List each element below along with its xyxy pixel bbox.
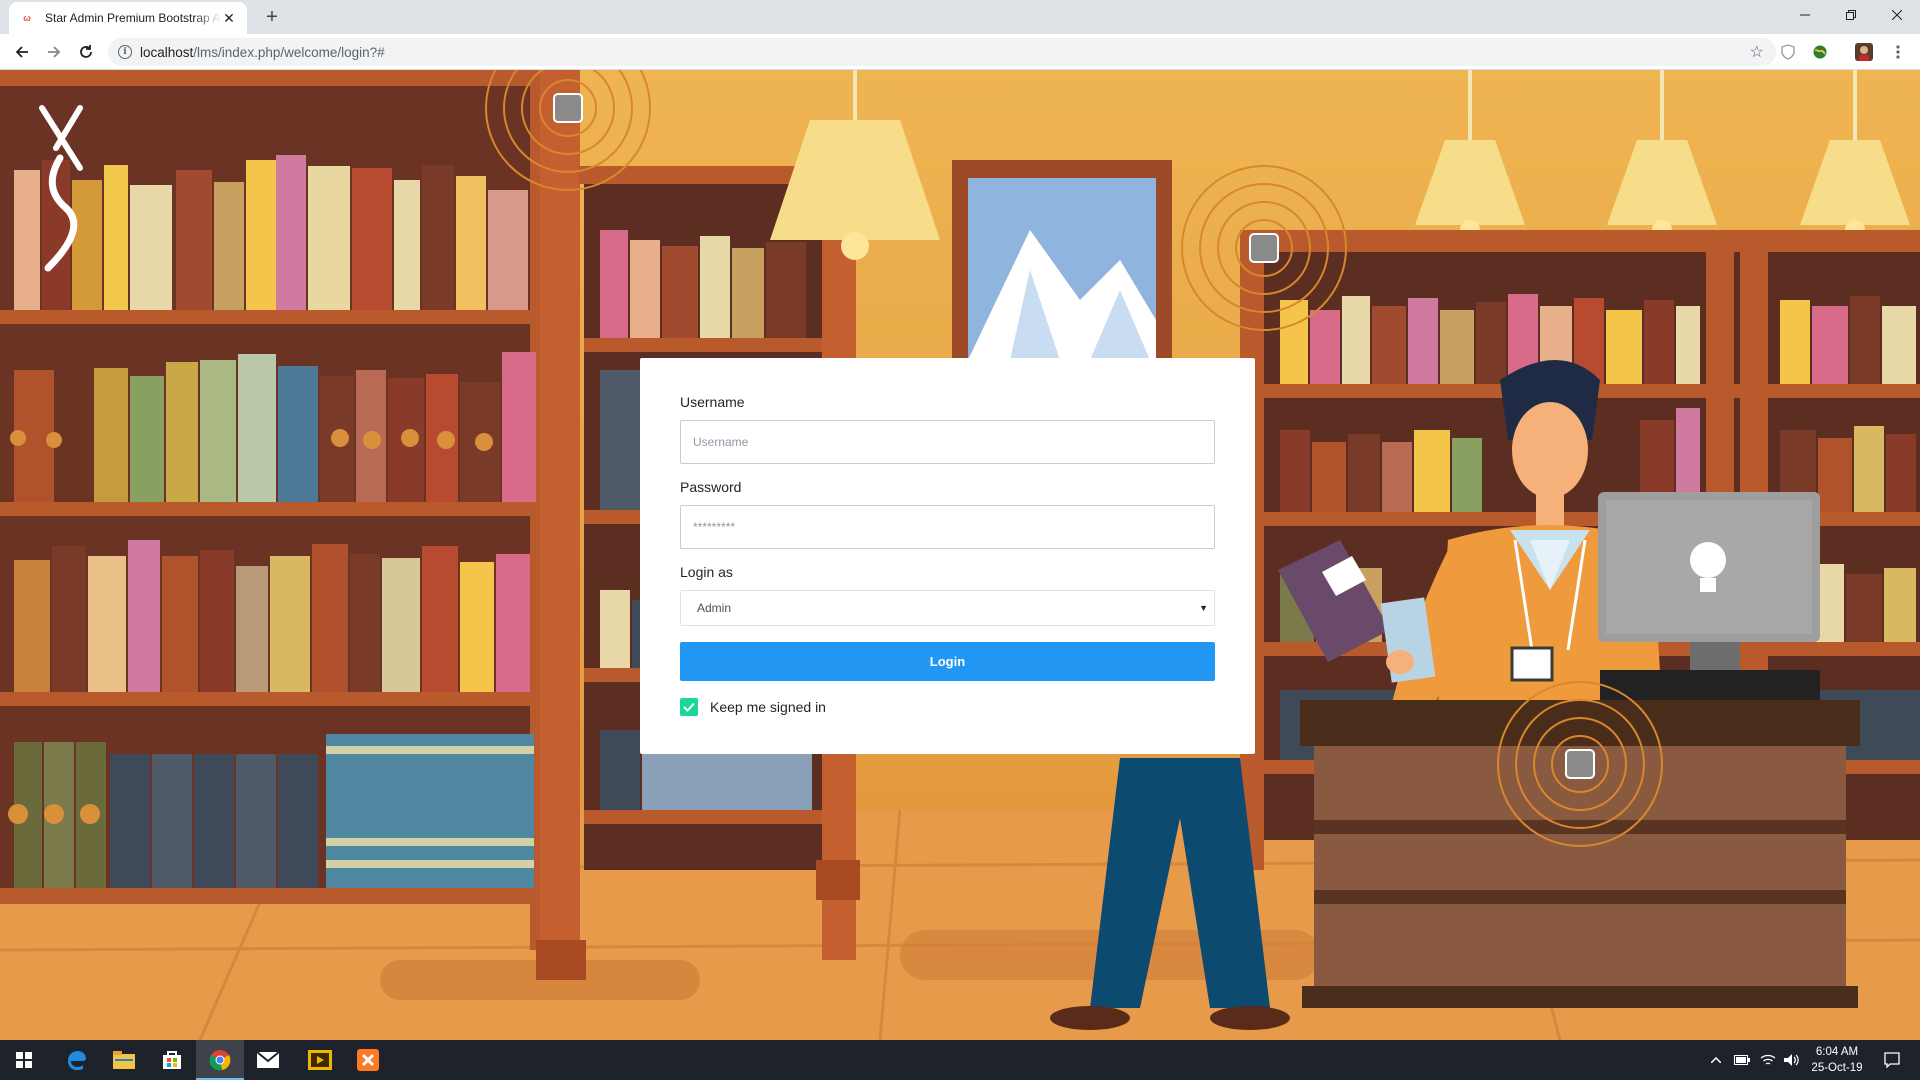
chevron-up-icon	[1711, 1057, 1721, 1063]
keep-signed-in-label: Keep me signed in	[710, 699, 826, 715]
password-input[interactable]	[680, 505, 1215, 549]
windows-taskbar: 6:04 AM 25-Oct-19	[0, 1040, 1920, 1080]
url-host: localhost	[140, 44, 194, 60]
extension-globe[interactable]	[1806, 38, 1834, 66]
favicon-icon: ω	[23, 13, 31, 23]
windows-start-icon	[16, 1052, 32, 1068]
dropdown-caret-icon: ▼	[1199, 603, 1208, 613]
media-icon	[308, 1050, 332, 1070]
url-text: localhost/lms/index.php/welcome/login?#	[140, 45, 385, 60]
store-icon	[163, 1051, 181, 1069]
chrome-menu-button[interactable]	[1884, 38, 1912, 66]
shield-icon	[1781, 44, 1795, 60]
taskbar-chrome[interactable]	[196, 1040, 244, 1080]
username-label: Username	[680, 394, 745, 410]
reload-icon	[80, 45, 92, 58]
extension-shield[interactable]	[1774, 38, 1802, 66]
page-viewport: Username Password Login as Admin ▼ Login…	[0, 70, 1920, 1040]
forward-button[interactable]	[40, 38, 68, 66]
taskbar-mail[interactable]	[244, 1040, 292, 1080]
tab-title: Star Admin Premium Bootstrap Admin Dashb…	[45, 11, 221, 25]
restore-icon	[1846, 10, 1856, 20]
back-button[interactable]	[8, 38, 36, 66]
login-card: Username Password Login as Admin ▼ Login…	[640, 358, 1255, 754]
forward-arrow-icon	[48, 46, 61, 58]
minimize-button[interactable]	[1782, 0, 1828, 30]
clock-date: 25-Oct-19	[1811, 1062, 1863, 1074]
checkmark-icon	[683, 702, 695, 712]
xampp-icon	[357, 1049, 379, 1071]
tray-battery[interactable]	[1730, 1040, 1754, 1080]
password-group: Password	[680, 479, 1215, 549]
profile-avatar[interactable]	[1850, 38, 1878, 66]
taskbar-xampp[interactable]	[344, 1040, 392, 1080]
browser-tab-strip: ω Star Admin Premium Bootstrap Admin Das…	[0, 0, 1920, 34]
tray-network[interactable]	[1756, 1040, 1780, 1080]
browser-toolbar: i localhost/lms/index.php/welcome/login?…	[0, 34, 1920, 70]
username-group: Username	[680, 394, 1215, 464]
info-icon[interactable]: i	[118, 45, 132, 59]
avatar-icon	[1855, 43, 1873, 61]
close-window-button[interactable]	[1874, 0, 1920, 30]
browser-tab[interactable]: ω Star Admin Premium Bootstrap Admin Das…	[9, 2, 247, 34]
clock-time: 6:04 AM	[1815, 1046, 1859, 1058]
globe-icon	[1813, 45, 1827, 59]
restore-button[interactable]	[1828, 0, 1874, 30]
password-label: Password	[680, 479, 742, 495]
login-as-selected-value: Admin	[697, 601, 732, 615]
wifi-icon	[1760, 1054, 1776, 1065]
username-input[interactable]	[680, 420, 1215, 464]
tray-overflow-button[interactable]	[1706, 1040, 1726, 1080]
login-button[interactable]: Login	[680, 642, 1215, 681]
reload-button[interactable]	[72, 38, 100, 66]
battery-icon	[1734, 1055, 1750, 1065]
taskbar-media[interactable]	[296, 1040, 344, 1080]
volume-icon	[1784, 1054, 1799, 1066]
notification-icon	[1884, 1052, 1900, 1068]
taskbar-edge[interactable]	[52, 1040, 100, 1080]
minimize-icon	[1800, 14, 1810, 16]
login-as-group: Login as Admin ▼	[680, 564, 1215, 626]
login-as-label: Login as	[680, 564, 733, 580]
taskbar-clock[interactable]: 6:04 AM 25-Oct-19	[1802, 1044, 1872, 1076]
more-vertical-icon	[1896, 45, 1900, 59]
star-icon[interactable]: ☆	[1750, 42, 1764, 62]
login-as-select[interactable]: Admin ▼	[680, 590, 1215, 626]
close-icon	[1892, 10, 1902, 20]
tray-volume[interactable]	[1780, 1040, 1804, 1080]
taskbar-file-explorer[interactable]	[100, 1040, 148, 1080]
url-path: /lms/index.php/welcome/login?#	[193, 44, 385, 60]
mail-icon	[257, 1052, 279, 1068]
edge-icon	[68, 1051, 86, 1070]
keep-signed-in-row: Keep me signed in	[680, 698, 1215, 716]
address-bar[interactable]: i localhost/lms/index.php/welcome/login?…	[108, 38, 1776, 66]
chrome-icon	[209, 1050, 231, 1071]
tab-close-icon[interactable]: ✕	[221, 10, 237, 27]
start-button[interactable]	[0, 1040, 48, 1080]
file-explorer-icon	[113, 1051, 135, 1069]
taskbar-store[interactable]	[148, 1040, 196, 1080]
back-arrow-icon	[15, 46, 28, 58]
new-tab-button[interactable]: +	[260, 5, 284, 29]
action-center-button[interactable]	[1872, 1040, 1912, 1080]
keep-signed-in-checkbox[interactable]	[680, 698, 698, 716]
